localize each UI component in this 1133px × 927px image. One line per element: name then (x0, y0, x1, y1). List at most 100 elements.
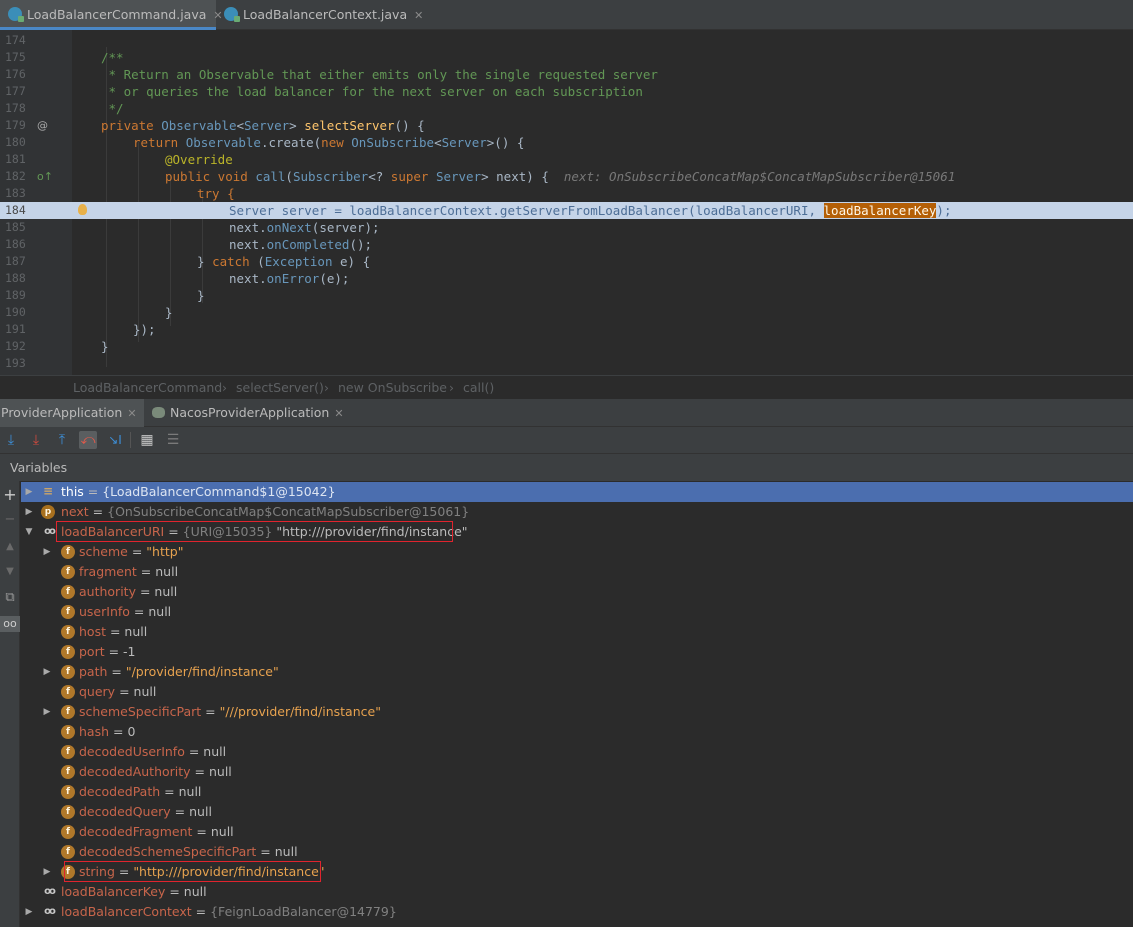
variable-name: this (61, 484, 84, 499)
expand-arrow-icon[interactable]: ▶ (41, 862, 53, 882)
move-up-icon[interactable]: ▲ (2, 539, 18, 555)
execution-line: 184 Server server = loadBalancerContext.g… (0, 202, 1133, 219)
line-number: 179 (5, 118, 26, 132)
variable-eq: = (83, 484, 103, 499)
code-token: next. (229, 237, 267, 252)
tab-nacosproviderapplication[interactable]: NacosProviderApplication ✕ (152, 399, 352, 427)
override-marker-icon[interactable]: @ (37, 117, 48, 134)
variable-row[interactable]: f decodedPath = null (21, 782, 1133, 802)
variable-text: next = {OnSubscribeConcatMap$ConcatMapSu… (61, 502, 469, 522)
variable-row[interactable]: f hash = 0 (21, 722, 1133, 742)
variable-name: userInfo (79, 604, 130, 619)
run-to-cursor-icon[interactable]: ↘I (106, 431, 124, 449)
variable-text: loadBalancerKey = null (61, 882, 207, 902)
variable-row[interactable]: f userInfo = null (21, 602, 1133, 622)
variable-text: port = -1 (79, 642, 136, 662)
variable-value: null (203, 744, 227, 759)
expand-arrow-icon[interactable]: ▶ (23, 902, 35, 922)
variable-row[interactable]: f host = null (21, 622, 1133, 642)
evaluate-expression-icon[interactable]: ▦ (138, 431, 156, 449)
variable-row[interactable]: ▶ f scheme = "http" (21, 542, 1133, 562)
implements-marker-icon[interactable]: o↑ (37, 168, 53, 185)
code-line: 177 * or queries the load balancer for t… (0, 83, 1133, 100)
code-text: next.onNext(server); (229, 219, 380, 236)
collapse-arrow-icon[interactable]: ▼ (23, 522, 35, 542)
expand-arrow-icon[interactable]: ▶ (41, 542, 53, 562)
drop-frame-icon[interactable]: ⤺ (79, 431, 97, 449)
code-token: new (321, 135, 352, 150)
code-token: } (197, 254, 213, 269)
code-token: ); (936, 203, 952, 218)
variable-eq: = (190, 764, 209, 779)
line-number: 187 (5, 254, 26, 268)
breadcrumb-item[interactable]: call() (463, 376, 494, 399)
variable-text: decodedPath = null (79, 782, 201, 802)
lightbulb-icon[interactable] (78, 204, 87, 215)
code-token: () { (394, 118, 425, 133)
variable-row[interactable]: f decodedSchemeSpecificPart = null (21, 842, 1133, 862)
variables-tree[interactable]: ▶ ≡ this = {LoadBalancerCommand$1@15042}… (21, 481, 1133, 927)
variable-value: null (124, 624, 148, 639)
field-icon: f (61, 805, 75, 819)
show-watches-icon[interactable]: oo (0, 616, 20, 632)
expand-arrow-icon[interactable]: ▶ (23, 482, 35, 502)
expand-arrow-icon[interactable]: ▶ (41, 662, 53, 682)
move-down-icon[interactable]: ▼ (2, 564, 18, 580)
add-watch-icon[interactable]: + (2, 487, 18, 503)
variable-row[interactable]: f decodedQuery = null (21, 802, 1133, 822)
variable-row[interactable]: ▼ oo loadBalancerURI = {URI@15035} "http… (21, 521, 1133, 542)
close-icon[interactable]: ✕ (127, 407, 136, 420)
variable-row[interactable]: f port = -1 (21, 642, 1133, 662)
code-text: } catch (Exception e) { (197, 253, 370, 270)
expand-arrow-icon[interactable]: ▶ (23, 502, 35, 522)
code-token: ( (257, 254, 265, 269)
code-text: } (165, 305, 173, 320)
breadcrumb-item[interactable]: new OnSubscribe (338, 376, 447, 399)
code-editor[interactable]: 174 175 /** 176 * Return an Observable th… (0, 30, 1133, 375)
tab-loadbalancercommand[interactable]: LoadBalancerCommand.java ✕ (0, 0, 223, 30)
variable-value: null (189, 804, 212, 819)
variable-value: null (274, 844, 298, 859)
tab-providerapplication[interactable]: ProviderApplication ✕ (0, 399, 144, 427)
breadcrumb-item[interactable]: selectServer() (236, 376, 324, 399)
code-line: 181 @Override (0, 151, 1133, 168)
remove-watch-icon[interactable]: − (2, 512, 18, 528)
code-line: 175 /** (0, 49, 1133, 66)
variable-row[interactable]: ▶ oo loadBalancerContext = {FeignLoadBal… (21, 902, 1133, 922)
breadcrumb-separator-icon: › (222, 380, 227, 395)
variable-row[interactable]: f decodedAuthority = null (21, 762, 1133, 782)
copy-icon[interactable]: ⧉ (2, 590, 18, 606)
step-over-icon[interactable]: ⤓ (2, 431, 20, 449)
variable-row[interactable]: ▶ ≡ this = {LoadBalancerCommand$1@15042} (21, 482, 1133, 502)
close-icon[interactable]: ✕ (414, 9, 423, 22)
variable-row[interactable]: f decodedUserInfo = null (21, 742, 1133, 762)
code-token: Exception (264, 254, 333, 269)
step-into-icon[interactable]: ⤓ (27, 431, 45, 449)
variable-row[interactable]: ▶ f schemeSpecificPart = "///provider/fi… (21, 702, 1133, 722)
variable-row[interactable]: f query = null (21, 682, 1133, 702)
code-token: (); (349, 237, 373, 252)
trace-icon[interactable]: ☰ (164, 431, 182, 449)
variable-row[interactable]: ▶ p next = {OnSubscribeConcatMap$ConcatM… (21, 502, 1133, 522)
field-icon: f (61, 825, 75, 839)
variable-row[interactable]: oo loadBalancerKey = null (21, 882, 1133, 902)
code-line: 190} (0, 304, 1133, 321)
variable-row[interactable]: f decodedFragment = null (21, 822, 1133, 842)
step-out-icon[interactable]: ⤒ (53, 431, 71, 449)
line-number: 180 (5, 135, 26, 149)
variable-row[interactable]: ▶ f path = "/provider/find/instance" (21, 662, 1133, 682)
variable-name: loadBalancerKey (61, 884, 166, 899)
code-line: 186 next.onCompleted(); (0, 236, 1133, 253)
highlight-box (64, 861, 321, 882)
variable-text: host = null (79, 622, 147, 642)
variable-row[interactable]: f authority = null (21, 582, 1133, 602)
variable-text: scheme = "http" (79, 542, 183, 562)
breadcrumb-item[interactable]: LoadBalancerCommand (73, 376, 222, 399)
variable-row[interactable]: f fragment = null (21, 562, 1133, 582)
java-class-icon (8, 7, 24, 22)
close-icon[interactable]: ✕ (334, 407, 343, 420)
tab-loadbalancercontext[interactable]: LoadBalancerContext.java ✕ (216, 0, 423, 30)
field-icon: f (61, 845, 75, 859)
variable-row[interactable]: ▶ f string = "http:///provider/find/inst… (21, 861, 1133, 882)
expand-arrow-icon[interactable]: ▶ (41, 702, 53, 722)
